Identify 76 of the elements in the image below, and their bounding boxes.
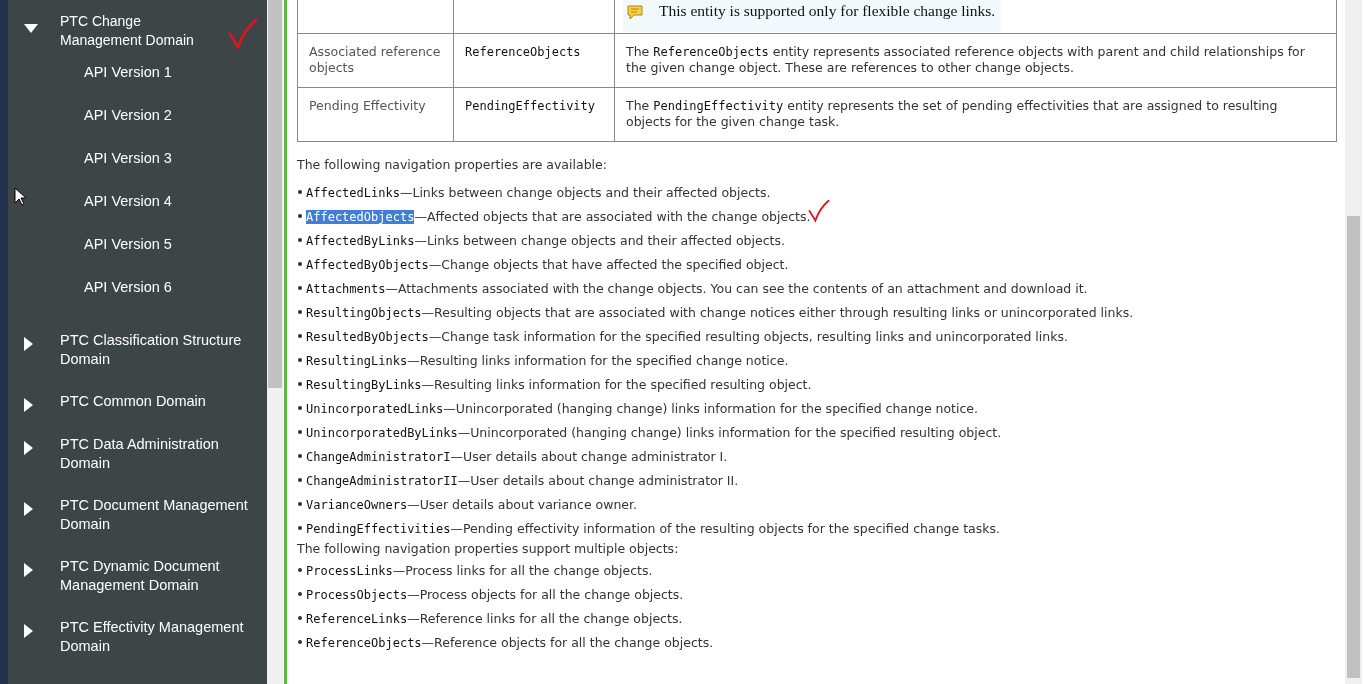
table-cell: PendingEffectivity bbox=[465, 99, 596, 113]
bullet-icon bbox=[298, 286, 302, 290]
bullet-icon bbox=[298, 640, 302, 644]
bullet-icon bbox=[298, 592, 302, 596]
expand-triangle-icon bbox=[24, 563, 34, 577]
bullet-icon bbox=[298, 616, 302, 620]
list-item-text: ProcessObjects—Process objects for all the change objects. bbox=[306, 586, 684, 602]
list-item-text: ResultingObjects—Resulting objects that are associated with change notices either through resulting links or unincorporated links. bbox=[306, 304, 1134, 320]
bullet-icon bbox=[298, 382, 302, 386]
bullet-icon bbox=[298, 526, 302, 530]
list-item-text: UnincorporatedByLinks—Unincorporated (hanging change) links information for the specified resulting object. bbox=[306, 424, 1002, 440]
list-item-text: ChangeAdministratorI—User details about change administrator I. bbox=[306, 448, 728, 464]
tree-child-item[interactable]: API Version 4 bbox=[8, 180, 267, 223]
collapse-triangle-icon bbox=[24, 24, 38, 34]
list-item-text: AffectedByLinks—Links between change objects and their affected objects. bbox=[306, 232, 785, 248]
tree-item-label: PTC Document Management Domain bbox=[60, 496, 249, 534]
tree-item[interactable]: PTC Common Domain bbox=[8, 380, 267, 423]
bullet-icon bbox=[298, 238, 302, 242]
list-item-text: PendingEffectivities—Pending effectivity information of the resulting objects for the specified change tasks. bbox=[306, 520, 1000, 536]
list-item-text: ProcessLinks—Process links for all the change objects. bbox=[306, 562, 653, 578]
list-item-text: ResultingByLinks—Resulting links information for the specified resulting object. bbox=[306, 376, 812, 392]
tree-item[interactable]: PTC Document Management Domain bbox=[8, 484, 267, 545]
table-cell: The PendingEffectivity entity represents the set of pending effectivities that are assigned to resulting objects for the given change task. bbox=[626, 98, 1278, 129]
tree-item[interactable]: PTC Data Administration Domain bbox=[8, 423, 267, 484]
list-item-text: AffectedObjects—Affected objects that are associated with the change objects. bbox=[306, 208, 811, 224]
bullet-icon bbox=[298, 310, 302, 314]
list-item-text: ChangeAdministratorII—User details about change administrator II. bbox=[306, 472, 739, 488]
comment-icon bbox=[627, 5, 643, 20]
table-cell: Pending Effectivity bbox=[309, 98, 426, 113]
tree-item[interactable]: PTC Classification Structure Domain bbox=[8, 319, 267, 380]
paragraph: The following navigation properties are available: bbox=[297, 156, 608, 174]
tree-item-label: PTC Data Administration Domain bbox=[60, 435, 220, 473]
expand-triangle-icon bbox=[24, 502, 34, 516]
table-cell: ReferenceObjects bbox=[465, 45, 581, 59]
tree-item-label: PTC Change Management Domain bbox=[60, 12, 195, 50]
page-scrollbar[interactable] bbox=[1345, 0, 1362, 684]
table-cell: The ReferenceObjects entity represents associated reference objects with parent and child relationships for the given change object. These are references to other change objects. bbox=[626, 44, 1305, 75]
bullet-icon bbox=[298, 190, 302, 194]
bullet-icon bbox=[298, 334, 302, 338]
table-cell: Associated reference objects bbox=[309, 44, 441, 75]
bullet-icon bbox=[298, 358, 302, 362]
tree-item[interactable]: PTC Effectivity Management Domain bbox=[8, 606, 267, 667]
bullet-icon bbox=[298, 502, 302, 506]
tree-item-label: PTC Common Domain bbox=[60, 392, 207, 411]
bullet-icon bbox=[298, 214, 302, 218]
expand-triangle-icon bbox=[24, 398, 34, 412]
list-item-text: UnincorporatedLinks—Unincorporated (hanging change) links information for the specified change notice. bbox=[306, 400, 979, 416]
tree-item[interactable]: PTC Dynamic Document Management Domain bbox=[8, 545, 267, 606]
list-item-text: AffectedLinks—Links between change objects and their affected objects. bbox=[306, 184, 771, 200]
tree-child-item[interactable]: API Version 2 bbox=[8, 94, 267, 137]
tree-child-item[interactable]: API Version 5 bbox=[8, 223, 267, 266]
list-item-text: AffectedByObjects—Change objects that have affected the specified object. bbox=[306, 256, 789, 272]
bullet-icon bbox=[298, 406, 302, 410]
paragraph: The following navigation properties support multiple objects: bbox=[297, 540, 680, 558]
bullet-icon bbox=[298, 430, 302, 434]
bullet-icon bbox=[298, 568, 302, 572]
tree-item-label: PTC Dynamic Document Management Domain bbox=[60, 557, 221, 595]
list-item-text: ReferenceLinks—Reference links for all the change objects. bbox=[306, 610, 683, 626]
list-item-text: Attachments—Attachments associated with the change objects. You can see the contents of an attachment and download it. bbox=[306, 280, 1088, 296]
list-item-text: VarianceOwners—User details about variance owner. bbox=[306, 496, 637, 512]
bullet-icon bbox=[298, 454, 302, 458]
expand-triangle-icon bbox=[24, 624, 34, 638]
tree-item-label: PTC Effectivity Management Domain bbox=[60, 618, 245, 656]
tree-child-item[interactable]: API Version 6 bbox=[8, 266, 267, 309]
tree-item-label: PTC Classification Structure Domain bbox=[60, 331, 243, 369]
tree-child-item[interactable]: API Version 3 bbox=[8, 137, 267, 180]
list-item-text: ReferenceObjects—Reference objects for all the change objects. bbox=[306, 634, 714, 650]
expand-triangle-icon bbox=[24, 441, 34, 455]
bullet-icon bbox=[298, 478, 302, 482]
mouse-pointer-icon bbox=[14, 187, 26, 206]
note-text: This entity is supported only for flexible change links. bbox=[659, 3, 996, 19]
list-item-text: ResultingLinks—Resulting links information for the specified change notice. bbox=[306, 352, 789, 368]
sidebar-scrollbar[interactable] bbox=[267, 0, 283, 684]
list-item-text: ResultedByObjects—Change task information for the specified resulting objects, resulting links and unincorporated links. bbox=[306, 328, 1068, 344]
bullet-icon bbox=[298, 262, 302, 266]
expand-triangle-icon bbox=[24, 337, 34, 351]
